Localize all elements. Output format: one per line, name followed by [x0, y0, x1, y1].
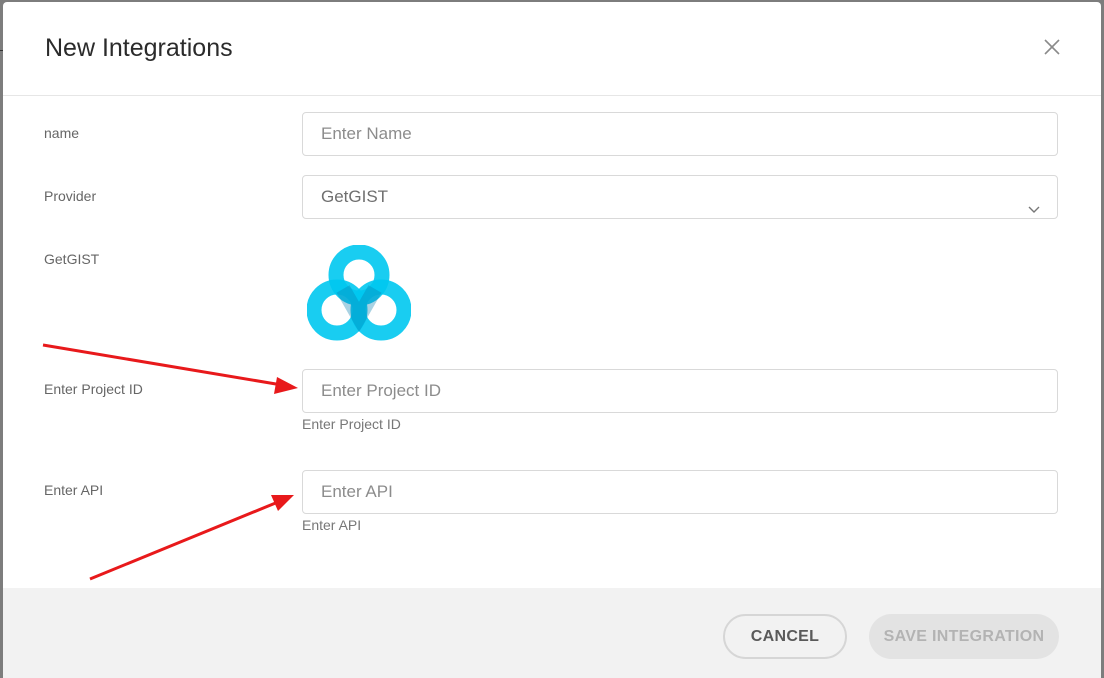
provider-logo-label: GetGIST: [44, 251, 100, 267]
new-integrations-modal: New Integrations name Provider GetGIST G…: [3, 2, 1101, 678]
cancel-button[interactable]: CANCEL: [723, 614, 847, 659]
close-icon[interactable]: [1041, 36, 1063, 58]
provider-selected-value: GetGIST: [321, 187, 389, 206]
chevron-down-icon: [1027, 190, 1041, 213]
api-input[interactable]: [302, 470, 1058, 514]
project-id-hint: Enter Project ID: [302, 416, 401, 432]
provider-label: Provider: [44, 188, 97, 204]
api-label: Enter API: [44, 482, 104, 498]
getgist-logo-icon: [306, 244, 412, 343]
project-id-input[interactable]: [302, 369, 1058, 413]
modal-header: New Integrations: [3, 2, 1101, 96]
name-label: name: [44, 125, 80, 141]
save-integration-button[interactable]: SAVE INTEGRATION: [869, 614, 1059, 659]
name-input[interactable]: [302, 112, 1058, 156]
api-hint: Enter API: [302, 517, 362, 533]
provider-select[interactable]: GetGIST: [302, 175, 1058, 219]
modal-footer: CANCEL SAVE INTEGRATION: [3, 588, 1101, 678]
modal-title: New Integrations: [45, 34, 233, 62]
project-id-label: Enter Project ID: [44, 381, 143, 397]
